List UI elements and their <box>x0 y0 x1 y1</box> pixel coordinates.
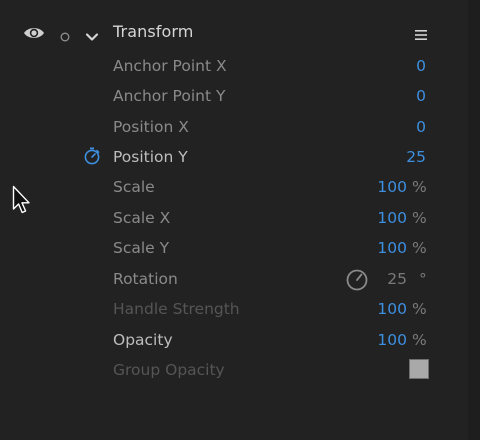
mouse-pointer-icon <box>12 185 32 215</box>
param-row-anchor-point-x: Anchor Point X 0 <box>0 52 468 80</box>
param-value[interactable]: 0 <box>416 57 426 75</box>
hamburger-menu-icon[interactable] <box>414 26 428 40</box>
param-value[interactable]: 0 <box>416 118 426 136</box>
param-label: Rotation <box>113 270 178 288</box>
param-label: Handle Strength <box>113 300 240 318</box>
param-label: Anchor Point X <box>113 57 227 75</box>
param-unit: % <box>412 209 427 227</box>
param-unit: % <box>412 178 427 196</box>
stopwatch-icon[interactable] <box>82 146 102 166</box>
param-unit: ° <box>419 270 427 288</box>
circle-icon[interactable] <box>60 27 70 42</box>
param-row-scale-y: Scale Y 100 % <box>0 234 468 262</box>
param-row-scale: Scale 100 % <box>0 173 468 201</box>
param-label: Scale X <box>113 209 171 227</box>
param-value[interactable]: 100 <box>377 331 407 349</box>
param-label: Scale Y <box>113 239 170 257</box>
param-value[interactable]: 100 <box>377 178 407 196</box>
param-row-rotation: Rotation 25 ° <box>0 265 468 293</box>
param-label: Anchor Point Y <box>113 87 226 105</box>
param-label: Scale <box>113 178 155 196</box>
param-value[interactable]: 25 <box>406 148 426 166</box>
param-value[interactable]: 100 <box>377 209 407 227</box>
group-opacity-swatch[interactable] <box>409 359 429 379</box>
param-label: Opacity <box>113 331 173 349</box>
transform-panel: Transform Anchor Point X 0 Anchor Point … <box>0 0 468 440</box>
param-row-handle-strength: Handle Strength 100 % <box>0 295 468 323</box>
param-row-position-x: Position X 0 <box>0 113 468 141</box>
param-row-anchor-point-y: Anchor Point Y 0 <box>0 82 468 110</box>
param-unit: % <box>412 239 427 257</box>
param-label: Group Opacity <box>113 361 225 379</box>
transform-header: Transform <box>0 18 468 48</box>
chevron-down-icon[interactable] <box>85 27 99 41</box>
param-value[interactable]: 100 <box>377 300 407 318</box>
param-value[interactable]: 25 <box>387 270 407 288</box>
eye-icon[interactable] <box>23 25 45 41</box>
rotation-dial-icon[interactable] <box>345 268 369 292</box>
param-unit: % <box>412 300 427 318</box>
param-label: Position Y <box>113 148 188 166</box>
param-row-group-opacity: Group Opacity <box>0 356 468 384</box>
param-row-position-y: Position Y 25 <box>0 143 468 171</box>
transform-title: Transform <box>113 22 194 41</box>
param-label: Position X <box>113 118 189 136</box>
param-row-scale-x: Scale X 100 % <box>0 204 468 232</box>
param-row-opacity: Opacity 100 % <box>0 326 468 354</box>
param-value[interactable]: 100 <box>377 239 407 257</box>
param-unit: % <box>412 331 427 349</box>
param-value[interactable]: 0 <box>416 87 426 105</box>
